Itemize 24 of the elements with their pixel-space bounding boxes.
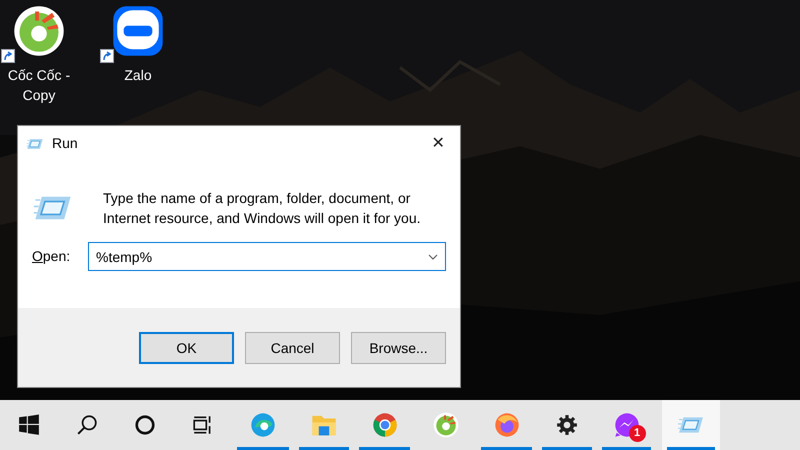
chat-app-icon[interactable] xyxy=(112,5,164,57)
window-title: Run xyxy=(52,134,79,153)
browser-icon xyxy=(494,412,520,438)
desktop-icon-label: Zalo xyxy=(124,66,152,85)
close-button[interactable]: ✕ xyxy=(416,126,460,160)
run-icon xyxy=(26,136,44,150)
desktop-icon-label: Cốc Cốc - Copy xyxy=(6,66,72,105)
taskbar-button[interactable]: 1 xyxy=(597,400,656,450)
settings-icon xyxy=(556,414,578,436)
browser-icon[interactable] xyxy=(13,5,65,57)
browser-icon xyxy=(250,412,276,438)
chevron-down-icon[interactable] xyxy=(428,254,438,260)
browser-icon xyxy=(432,412,458,438)
browser-icon xyxy=(372,412,398,438)
instruction-text: Type the name of a program, folder, document, or Internet resource, and Windows will open it for you. xyxy=(103,189,422,228)
start-icon xyxy=(18,414,40,436)
dialog-button[interactable]: Cancel xyxy=(245,332,340,364)
notification-badge: 1 xyxy=(628,425,646,442)
search-icon xyxy=(76,414,98,436)
open-label: Open: xyxy=(32,247,72,266)
dialog-button[interactable]: OK xyxy=(139,332,234,364)
dialog-button[interactable]: Browse... xyxy=(351,332,446,364)
circle-icon xyxy=(134,414,156,436)
open-combo-box[interactable]: %temp% xyxy=(88,242,446,271)
